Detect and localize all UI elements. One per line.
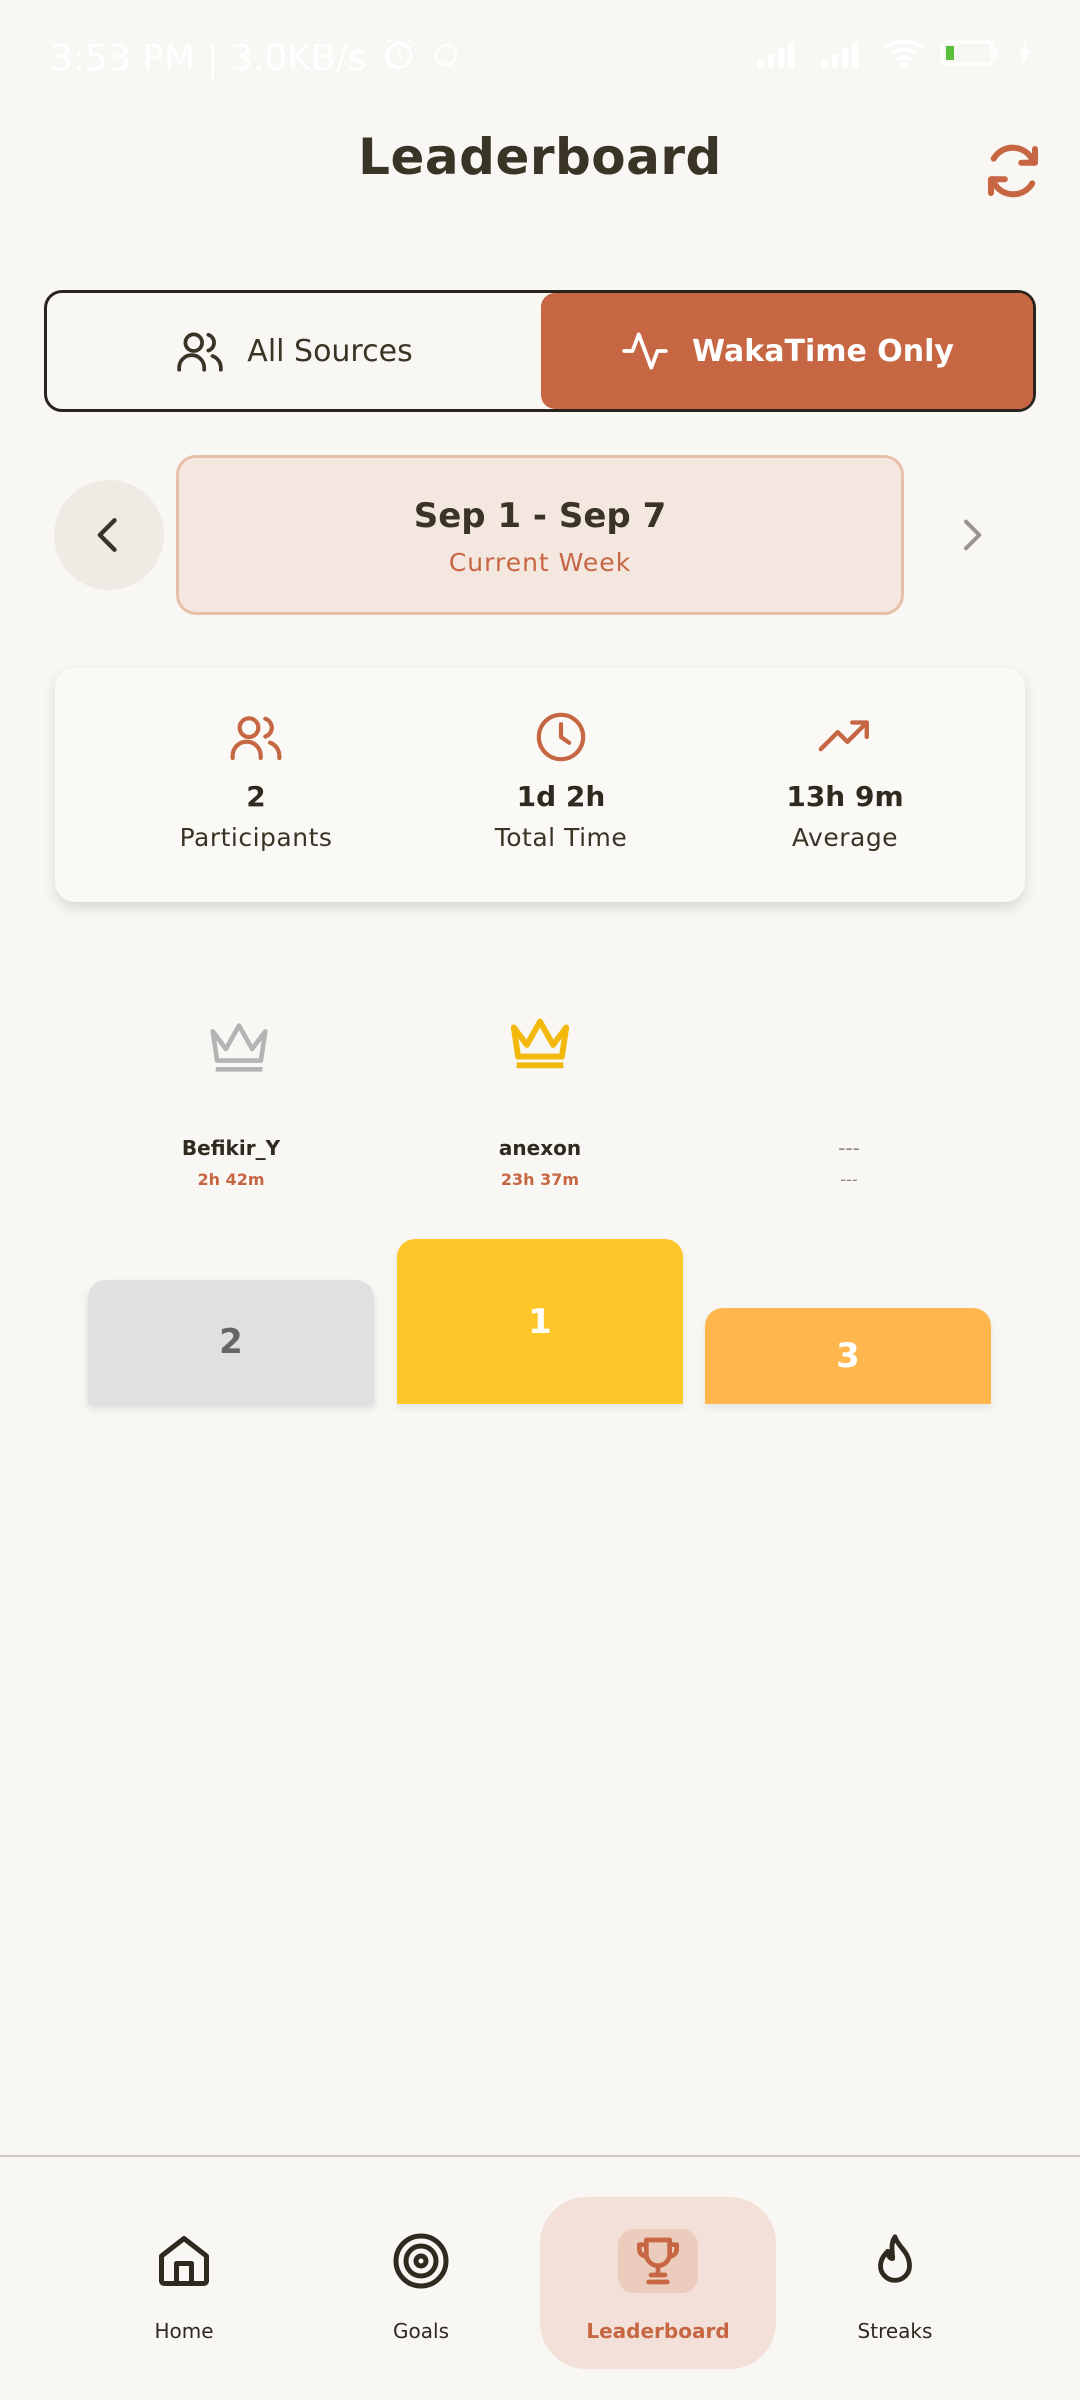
nav-leaderboard[interactable]: Leaderboard — [540, 2197, 776, 2369]
participants-icon — [230, 716, 282, 761]
first-place-time: 23h 37m — [500, 1170, 580, 1189]
third-place-rank: 3 — [836, 1336, 860, 1376]
status-left: 3:53 PM | 3.0KB/s — [50, 36, 461, 81]
second-place-rank: 2 — [219, 1322, 243, 1362]
second-place-name: Befikir_Y — [181, 1136, 281, 1160]
refresh-icon — [987, 144, 1039, 198]
target-icon — [393, 2233, 449, 2289]
average-value: 13h 9m — [786, 780, 904, 813]
nav-home[interactable]: Home — [66, 2197, 302, 2369]
average-stat: 13h 9m Average — [695, 708, 995, 852]
chevron-right-icon — [964, 519, 982, 551]
second-place-time: 2h 42m — [197, 1170, 265, 1189]
third-place-name: --- — [838, 1136, 860, 1160]
nav-goals-label: Goals — [393, 2319, 449, 2343]
activity-icon — [622, 332, 668, 370]
nav-streaks[interactable]: Streaks — [777, 2197, 1013, 2369]
flame-icon — [878, 2234, 912, 2283]
total-time-stat: 1d 2h Total Time — [411, 708, 711, 852]
signal-icon-2 — [820, 36, 868, 77]
refresh-button[interactable] — [976, 134, 1050, 208]
battery-icon — [940, 36, 1000, 77]
nav-goals[interactable]: Goals — [303, 2197, 539, 2369]
status-right — [756, 36, 1032, 77]
trophy-icon — [637, 2237, 679, 2285]
source-toggle: All Sources WakaTime Only — [44, 290, 1036, 412]
next-week-button[interactable] — [936, 500, 1006, 570]
nav-leaderboard-label: Leaderboard — [586, 2319, 730, 2343]
wifi-icon — [884, 36, 924, 77]
trending-up-icon — [818, 720, 869, 752]
sync-icon — [431, 38, 461, 79]
total-time-label: Total Time — [494, 823, 628, 852]
status-bar: 3:53 PM | 3.0KB/s — [0, 0, 1080, 110]
page-title: Leaderboard — [358, 128, 722, 186]
week-label: Current Week — [448, 548, 632, 577]
week-display: Sep 1 - Sep 7 Current Week — [176, 455, 904, 615]
third-place-time: --- — [840, 1170, 858, 1189]
gold-crown-icon — [510, 1018, 570, 1069]
chevron-left-icon — [97, 518, 117, 552]
users-icon — [177, 332, 224, 372]
leaderboard-screen: 3:53 PM | 3.0KB/s Leaderboard All Source… — [0, 0, 1080, 2400]
all-sources-label: All Sources — [247, 333, 413, 369]
all-sources-option[interactable]: All Sources — [47, 293, 541, 409]
alarm-icon — [381, 36, 417, 81]
average-label: Average — [791, 823, 899, 852]
participants-label: Participants — [179, 823, 333, 852]
signal-icon — [756, 36, 804, 77]
home-icon — [159, 2236, 209, 2286]
nav-home-label: Home — [154, 2319, 214, 2343]
status-time: 3:53 PM | 3.0KB/s — [50, 38, 367, 79]
nav-streaks-label: Streaks — [857, 2319, 933, 2343]
wakatime-only-option[interactable]: WakaTime Only — [541, 293, 1033, 409]
charging-icon — [1016, 36, 1032, 77]
first-place-name: anexon — [498, 1136, 582, 1160]
silver-crown-icon — [210, 1023, 268, 1072]
first-place-rank: 1 — [528, 1301, 552, 1342]
participants-stat: 2 Participants — [106, 708, 406, 852]
first-place-block: 1 — [397, 1239, 683, 1404]
clock-icon — [536, 712, 586, 762]
participants-value: 2 — [246, 780, 266, 813]
stats-card: 2 Participants 1d 2h Total Time 13h 9m A… — [55, 668, 1025, 902]
wakatime-only-label: WakaTime Only — [692, 333, 954, 369]
second-place-block: 2 — [88, 1280, 374, 1404]
third-place-block: 3 — [705, 1308, 991, 1404]
week-range: Sep 1 - Sep 7 — [413, 496, 667, 536]
previous-week-button[interactable] — [54, 480, 164, 590]
bottom-navigation: Home Goals Leaderboard Streaks — [0, 2155, 1080, 2400]
total-time-value: 1d 2h — [516, 780, 606, 813]
